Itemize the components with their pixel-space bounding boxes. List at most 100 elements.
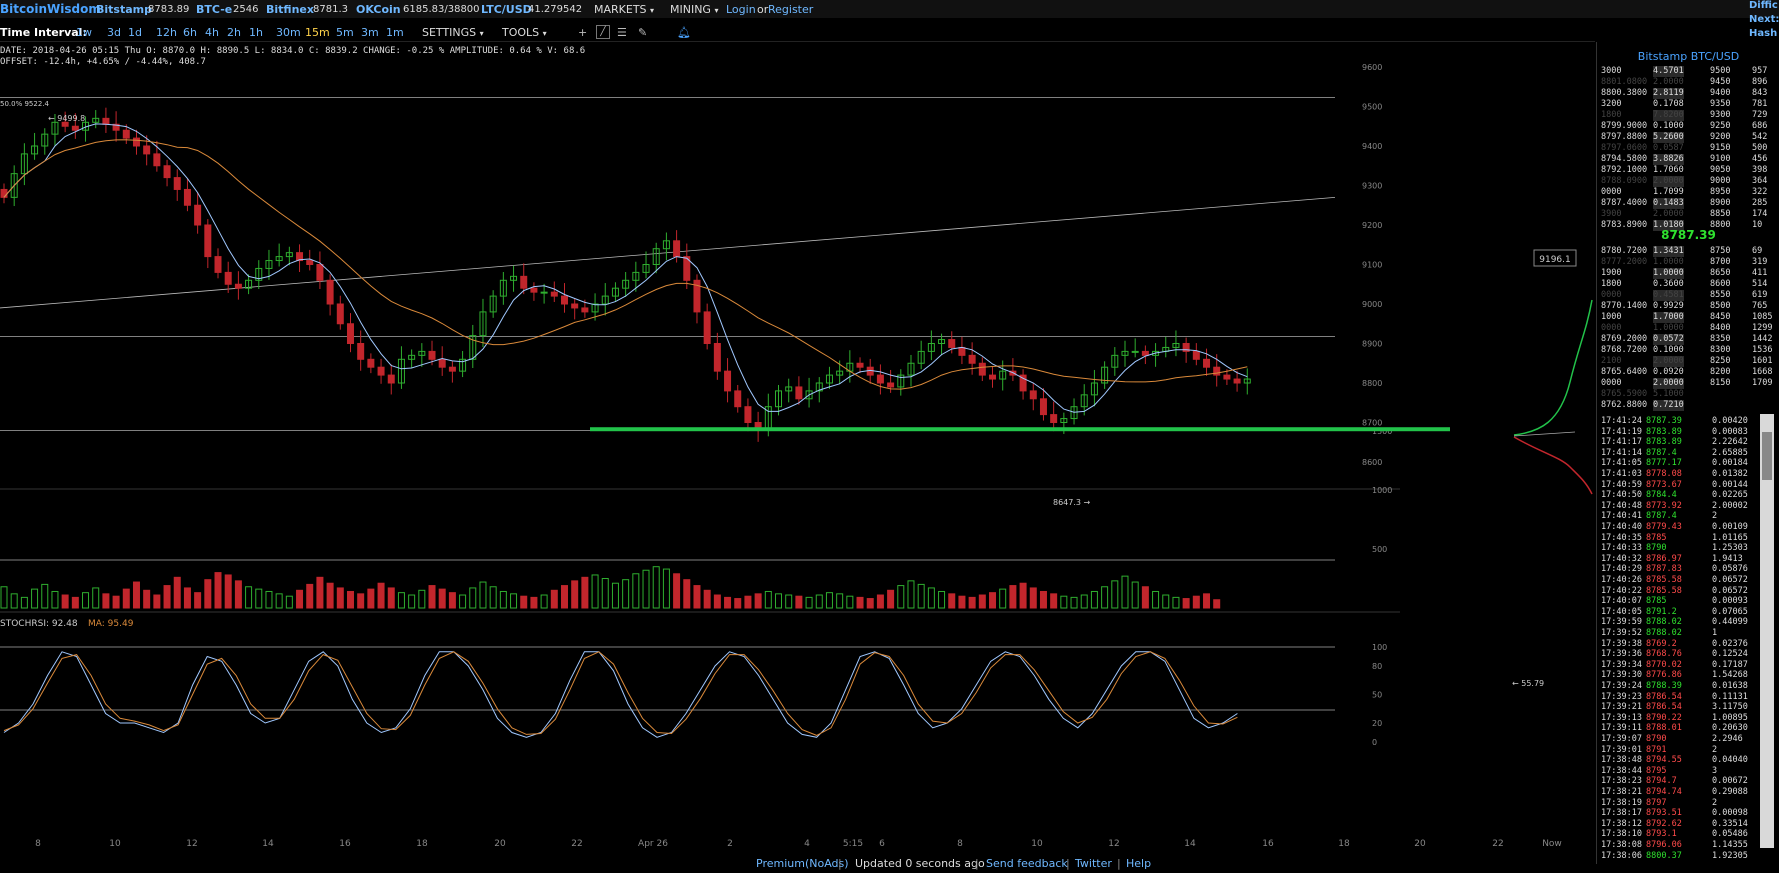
orderbook-cell: 0.7210 (1653, 400, 1684, 411)
trade-cell: 17:39:34 (1601, 659, 1642, 670)
candle-body (1192, 350, 1200, 360)
price-chart[interactable]: 9600950094009300920091009000890088008700… (0, 42, 1596, 856)
trade-cell: 0.29088 (1712, 787, 1748, 797)
trade-cell: 0.44099 (1712, 617, 1748, 628)
interval-4h[interactable]: 4h (205, 26, 219, 39)
feedback-link[interactable]: Send feedback (986, 857, 1068, 870)
volume-bar (571, 580, 579, 609)
interval-6h[interactable]: 6h (183, 26, 197, 39)
trade-row: 17:40:29 8787.83 0.05876 (1597, 564, 1779, 575)
register-link[interactable]: Register (768, 3, 813, 16)
tools-menu[interactable]: TOOLS ▾ (502, 26, 547, 39)
orderbook-cell: 8250 (1710, 356, 1731, 366)
volume-bar (1121, 575, 1129, 609)
volume-bar (377, 582, 385, 609)
orderbook-cell: 781 (1752, 99, 1768, 109)
time-tick-label: 14 (262, 839, 274, 849)
orderbook-row: 0000 1.0000 8400 1299 (1597, 323, 1779, 334)
orderbook-cell: 9050 (1710, 165, 1731, 175)
volume-tick-label: 1000 (1372, 486, 1392, 495)
volume-bar (510, 593, 518, 609)
volume-bar (989, 592, 997, 609)
twitter-link[interactable]: Twitter (1075, 857, 1112, 870)
volume-bar (917, 583, 925, 609)
trade-cell: 8791.2 (1646, 606, 1677, 617)
depth-bid-curve (1513, 299, 1593, 436)
mining-menu[interactable]: MINING ▾ (670, 3, 718, 16)
pen-icon[interactable]: ✎ (638, 26, 647, 39)
interval-2h[interactable]: 2h (227, 26, 241, 39)
orderbook-cell: 0.1483 (1653, 198, 1684, 209)
interval-5m[interactable]: 5m (336, 26, 354, 39)
draw-line-icon[interactable]: ╱ (596, 25, 610, 39)
market-bitstamp[interactable]: Bitstamp (96, 3, 152, 16)
trade-cell: 17:40:05 (1601, 606, 1642, 617)
orderbook-cell: 8777.2000 (1601, 257, 1648, 267)
scrollbar-thumb[interactable] (1762, 432, 1772, 480)
stoch-tick-label: 20 (1372, 719, 1382, 728)
market-btce[interactable]: BTC-e (196, 3, 232, 16)
fibonacci-icon[interactable]: ☰ (617, 26, 627, 39)
trade-cell: 8776.86 (1646, 670, 1682, 681)
market-ltcusd[interactable]: LTC/USD (481, 3, 532, 16)
interval-15m[interactable]: 15m (305, 26, 330, 39)
orderbook-cell: 729 (1752, 110, 1768, 120)
volume-bar (693, 585, 701, 609)
trade-row: 17:40:59 8773.67 0.00144 (1597, 480, 1779, 491)
login-link[interactable]: Login (726, 3, 756, 16)
caret-down-icon: ▾ (714, 6, 719, 15)
caret-down-icon: ▾ (479, 29, 484, 38)
volume-bar (102, 593, 110, 609)
trade-cell: 0.06572 (1712, 585, 1748, 596)
volume-bar (703, 589, 711, 609)
interval-3m[interactable]: 3m (361, 26, 379, 39)
help-link[interactable]: Help (1126, 857, 1151, 870)
time-tick-label: 22 (1492, 839, 1503, 849)
orderbook-cell: 1.0000 (1653, 323, 1684, 333)
orderbook-cell: 411 (1752, 268, 1768, 278)
premium-link[interactable]: Premium(NoAds) (756, 857, 849, 870)
market-bitfinex[interactable]: Bitfinex (266, 3, 314, 16)
volume-bar (785, 594, 793, 609)
trade-cell: 17:38:10 (1601, 829, 1642, 840)
orderbook-cell: 8769.2000 (1601, 334, 1648, 344)
market-btce-price: 2546 (233, 4, 259, 15)
interval-12h[interactable]: 12h (156, 26, 177, 39)
bell-icon[interactable]: 🔔︎ (677, 26, 691, 39)
time-tick-label: 12 (1108, 839, 1119, 849)
trade-cell: 17:40:26 (1601, 575, 1642, 585)
candle-body (224, 271, 232, 285)
trade-cell: 2.65885 (1712, 447, 1748, 458)
interval-30m[interactable]: 30m (276, 26, 301, 39)
crosshair-icon[interactable]: + (578, 26, 587, 39)
volume-bar (825, 592, 833, 609)
interval-1w[interactable]: 1w (76, 26, 92, 39)
orderbook-cell: 8350 (1710, 334, 1731, 344)
brand-logo[interactable]: BitcoinWisdom (0, 2, 101, 16)
volume-bar (92, 587, 100, 609)
interval-3d[interactable]: 3d (107, 26, 121, 39)
price-tick-label: 8800 (1362, 379, 1382, 388)
volume-bar (581, 576, 589, 609)
markets-menu[interactable]: MARKETS ▾ (594, 3, 654, 16)
trade-row: 17:39:24 8788.39 0.01638 (1597, 681, 1779, 692)
trade-row: 17:40:50 8784.4 0.02265 (1597, 490, 1779, 501)
interval-1h[interactable]: 1h (249, 26, 263, 39)
trade-cell: 17:38:44 (1601, 765, 1642, 776)
volume-bar (82, 592, 90, 609)
trade-cell: 8785.58 (1646, 575, 1682, 585)
volume-bar (346, 590, 354, 609)
candle-body (336, 303, 344, 325)
trade-scrollbar[interactable] (1760, 414, 1774, 848)
interval-1d[interactable]: 1d (128, 26, 142, 39)
trade-row: 17:38:44 8795 3 (1597, 766, 1779, 777)
trade-cell: 17:39:36 (1601, 649, 1642, 660)
volume-bar (1101, 586, 1109, 609)
interval-1m[interactable]: 1m (386, 26, 404, 39)
market-okcoin[interactable]: OKCoin (356, 3, 401, 16)
trade-cell: 0.02265 (1712, 490, 1748, 501)
orderbook-cell: 2.0000 (1653, 378, 1684, 389)
settings-menu[interactable]: SETTINGS ▾ (422, 26, 484, 39)
trade-row: 17:38:23 8794.7 0.00672 (1597, 776, 1779, 787)
candle-body (234, 283, 242, 289)
